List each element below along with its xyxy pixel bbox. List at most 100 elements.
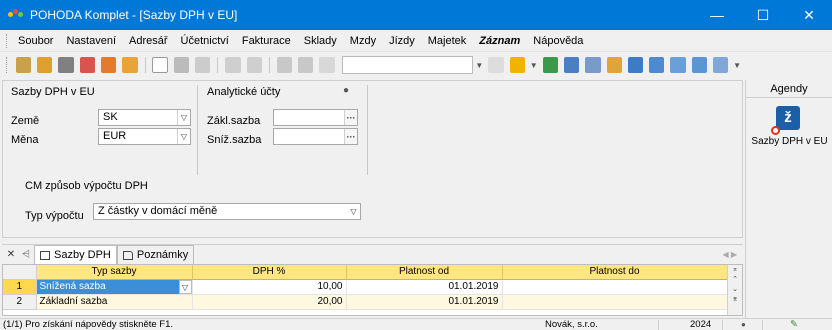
- calc-type-value: Z částky v domácí měně: [98, 205, 218, 217]
- grid-scrollbar[interactable]: ⌅ ⌃ ⌄ ⌆: [727, 265, 742, 315]
- calc-type-select[interactable]: Z částky v domácí měně ▽: [93, 203, 361, 220]
- toolbar: ▼ ▼ ▼: [0, 52, 743, 78]
- print-preview-icon[interactable]: [37, 57, 53, 73]
- country-value: SK: [103, 111, 118, 123]
- table-row[interactable]: 1 Snížená sazba ▽ 10,00 01.01.2019: [3, 279, 728, 295]
- status-help-text: (1/1) Pro získání nápovědy stiskněte F1.: [3, 319, 174, 330]
- chevron-down-icon[interactable]: ▽: [177, 110, 190, 125]
- country-select[interactable]: SK ▽: [98, 109, 191, 126]
- basic-rate-field[interactable]: ···: [273, 109, 358, 126]
- scroll-down-icon[interactable]: ⌄: [732, 285, 738, 295]
- menu-fakturace[interactable]: Fakturace: [238, 35, 300, 47]
- rate-type-value: Snížená sazba: [39, 281, 106, 292]
- print-icon[interactable]: [58, 57, 74, 73]
- menu-mzdy[interactable]: Mzdy: [346, 35, 385, 47]
- toolbar-grip[interactable]: [6, 57, 9, 73]
- back-icon[interactable]: [225, 57, 241, 73]
- column-header-rate[interactable]: DPH %: [192, 265, 347, 280]
- forward-icon[interactable]: [246, 57, 262, 73]
- rate-percent-cell[interactable]: 10,00: [192, 279, 347, 295]
- chevron-down-icon[interactable]: ▽: [347, 204, 360, 219]
- section-divider: [367, 85, 368, 175]
- chevron-down-icon[interactable]: ▽: [177, 129, 190, 144]
- save-icon[interactable]: [276, 57, 293, 73]
- menu-soubor[interactable]: Soubor: [14, 35, 62, 47]
- title-bar: POHODA Komplet - [Sazby DPH v EU] — ☐ ✕: [0, 0, 832, 30]
- menu-sklady[interactable]: Sklady: [300, 35, 346, 47]
- column-header-type[interactable]: Typ sazby: [36, 265, 193, 280]
- agenda-pane: Agendy ž Sazby DPH v EU: [745, 80, 832, 330]
- menu-zaznam[interactable]: Záznam: [475, 35, 529, 47]
- browse-icon[interactable]: ···: [344, 110, 357, 125]
- scroll-up-icon[interactable]: ⌃: [732, 275, 738, 285]
- valid-to-cell[interactable]: [502, 294, 728, 310]
- minimize-button[interactable]: —: [694, 0, 740, 30]
- menu-adresar[interactable]: Adresář: [125, 35, 177, 47]
- status-indicator-icon[interactable]: ●: [741, 319, 746, 330]
- currency-select[interactable]: EUR ▽: [98, 128, 191, 145]
- edit-mode-icon[interactable]: ✎: [790, 319, 798, 330]
- status-separator: [722, 320, 723, 330]
- document-icon[interactable]: [563, 57, 580, 73]
- menu-majetek[interactable]: Majetek: [424, 35, 476, 47]
- status-company[interactable]: Novák, s.r.o.: [545, 319, 598, 330]
- column-header-valid-to[interactable]: Platnost do: [502, 265, 728, 280]
- scroll-top-icon[interactable]: ⌅: [732, 265, 738, 275]
- rate-type-cell[interactable]: Snížená sazba ▽: [36, 279, 193, 295]
- pin-icon[interactable]: ●: [343, 85, 349, 96]
- tab-vat-rates[interactable]: Sazby DPH: [34, 245, 117, 264]
- chevron-down-icon[interactable]: ▼: [733, 61, 741, 70]
- reduced-rate-field[interactable]: ···: [273, 128, 358, 145]
- chevron-down-icon[interactable]: ▽: [178, 279, 191, 293]
- menu-jizdy[interactable]: Jízdy: [385, 35, 424, 47]
- menu-napoveda[interactable]: Nápověda: [529, 35, 592, 47]
- agenda-item-label[interactable]: Sazby DPH v EU: [746, 136, 832, 147]
- edit-record-icon[interactable]: [173, 57, 190, 73]
- paste-icon[interactable]: [319, 57, 335, 73]
- export-icon[interactable]: [100, 57, 117, 73]
- menu-nastaveni[interactable]: Nastavení: [62, 35, 125, 47]
- filter-icon[interactable]: [488, 57, 504, 73]
- users-icon[interactable]: [606, 57, 622, 73]
- calendar-icon[interactable]: [585, 57, 601, 73]
- report-icon[interactable]: [79, 57, 95, 73]
- valid-from-cell[interactable]: 01.01.2019: [346, 279, 503, 295]
- browse-icon[interactable]: ···: [344, 129, 357, 144]
- scroll-bottom-icon[interactable]: ⌆: [732, 295, 738, 305]
- valid-to-cell[interactable]: [502, 279, 728, 295]
- tab-notes[interactable]: Poznámky: [116, 245, 195, 264]
- menu-ucetnictvi[interactable]: Účetnictví: [177, 35, 238, 47]
- tab-scroll-arrows[interactable]: ◀ ▶: [722, 250, 737, 259]
- chevron-down-icon[interactable]: ▼: [530, 61, 538, 70]
- toolbar-search-combo[interactable]: [341, 56, 474, 74]
- delete-record-icon[interactable]: [195, 57, 211, 73]
- open-icon[interactable]: [15, 57, 32, 73]
- new-record-icon[interactable]: [152, 57, 168, 73]
- menubar-grip[interactable]: [6, 33, 9, 48]
- grid-icon: [40, 250, 50, 260]
- basic-rate-label: Zákl.sazba: [207, 115, 261, 127]
- copy-icon[interactable]: [298, 57, 314, 73]
- chevron-down-icon[interactable]: ▼: [475, 61, 483, 70]
- panel-icon[interactable]: [691, 57, 707, 73]
- filter-icon[interactable]: ⩤: [18, 249, 34, 260]
- help-icon[interactable]: [712, 57, 729, 73]
- status-year[interactable]: 2024: [690, 319, 711, 330]
- folder-yellow-icon[interactable]: [509, 57, 525, 73]
- window-icon[interactable]: [649, 57, 665, 73]
- folder-icon[interactable]: [122, 57, 138, 73]
- record-form: Sazby DPH v EU Země SK ▽ Měna EUR ▽ Anal…: [2, 80, 743, 238]
- vat-rates-agenda-icon[interactable]: ž: [771, 106, 800, 135]
- close-icon[interactable]: ✕: [4, 249, 18, 260]
- split-window-icon[interactable]: [670, 57, 686, 73]
- rate-percent-cell[interactable]: 20,00: [192, 294, 347, 310]
- close-button[interactable]: ✕: [786, 0, 832, 30]
- table-row[interactable]: 2 Základní sazba 20,00 01.01.2019: [3, 294, 728, 310]
- maximize-button[interactable]: ☐: [740, 0, 786, 30]
- valid-from-cell[interactable]: 01.01.2019: [346, 294, 503, 310]
- iban-icon[interactable]: [627, 57, 644, 73]
- spreadsheet-icon[interactable]: [542, 57, 558, 73]
- status-separator: [762, 320, 763, 330]
- column-header-valid-from[interactable]: Platnost od: [346, 265, 503, 280]
- rate-type-cell[interactable]: Základní sazba: [36, 294, 193, 310]
